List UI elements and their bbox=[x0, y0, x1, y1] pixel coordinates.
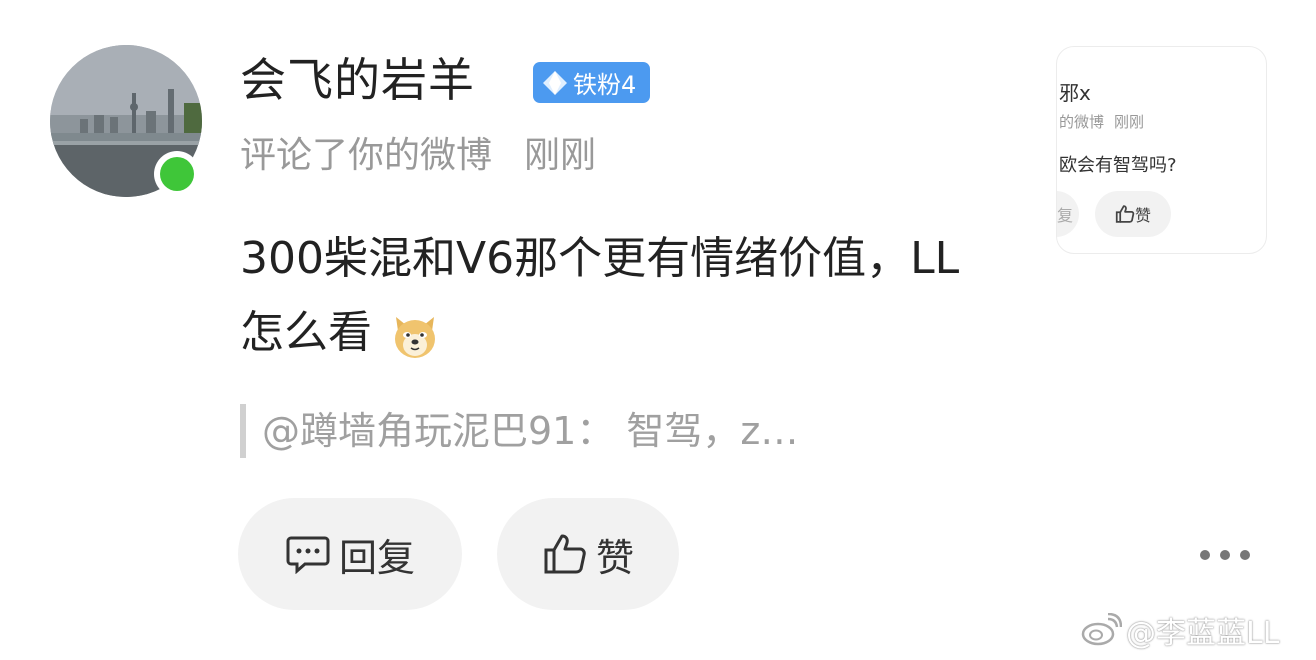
preview-reply-button[interactable]: 复 bbox=[1056, 191, 1079, 237]
like-label: 赞 bbox=[595, 535, 634, 580]
comment-text: 300柴混和V6那个更有情绪价值，LL怎么看 bbox=[240, 233, 960, 358]
reply-label: 回复 bbox=[338, 535, 415, 580]
preview-meta: 的微博 刚刚 bbox=[1059, 111, 1144, 132]
reply-button[interactable]: 回复 bbox=[238, 498, 462, 610]
preview-reply-label: 复 bbox=[1056, 206, 1073, 225]
weibo-watermark: @李蓝蓝LL bbox=[1080, 610, 1280, 651]
diamond-icon bbox=[537, 65, 573, 101]
doge-emoji-icon bbox=[390, 310, 440, 360]
fan-badge-label: 铁粉4 bbox=[573, 71, 637, 99]
thumbs-up-icon bbox=[544, 534, 586, 574]
preview-like-button[interactable]: 赞 bbox=[1095, 191, 1171, 237]
preview-action: 的微博 bbox=[1059, 113, 1105, 131]
username[interactable]: 会飞的岩羊 bbox=[240, 50, 475, 110]
weibo-logo-icon bbox=[1081, 613, 1122, 646]
like-button[interactable]: 赞 bbox=[497, 498, 679, 610]
quoted-comment[interactable]: @蹲墙角玩泥巴91： 智驾，z… bbox=[240, 404, 798, 458]
online-status-indicator bbox=[154, 151, 200, 197]
comment-content: 300柴混和V6那个更有情绪价值，LL怎么看 bbox=[240, 222, 960, 370]
action-text: 评论了你的微博 bbox=[240, 135, 493, 176]
comment-icon bbox=[286, 536, 330, 574]
preview-like-label: 赞 bbox=[1134, 206, 1151, 225]
more-options-icon[interactable] bbox=[1200, 540, 1250, 570]
preview-time: 刚刚 bbox=[1114, 113, 1145, 131]
preview-text: 欧会有智驾吗? bbox=[1059, 155, 1177, 176]
timestamp: 刚刚 bbox=[524, 135, 597, 176]
original-post-preview[interactable]: 邪x 的微博 刚刚 欧会有智驾吗? 复 赞 bbox=[1056, 46, 1267, 254]
preview-username: 邪x bbox=[1059, 81, 1091, 105]
notification-meta: 评论了你的微博 刚刚 bbox=[240, 132, 596, 180]
fan-level-badge[interactable]: 铁粉4 bbox=[533, 62, 650, 103]
thumbs-up-icon bbox=[1115, 205, 1135, 223]
watermark-text: @李蓝蓝LL bbox=[1126, 616, 1280, 651]
